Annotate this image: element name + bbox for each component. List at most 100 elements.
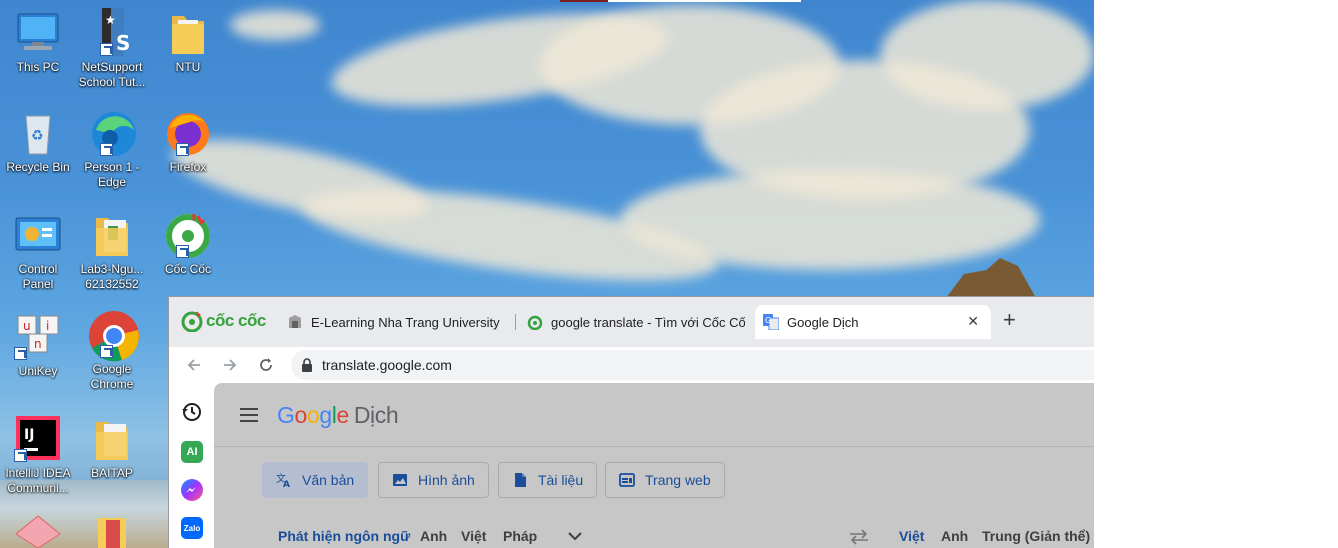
mode-document-button[interactable]: Tài liệu xyxy=(498,462,598,498)
browser-brand: cốc cốc xyxy=(206,311,266,330)
chevron-down-icon[interactable] xyxy=(568,531,582,541)
shortcut-arrow-icon xyxy=(14,347,27,360)
google-translate-icon: G xyxy=(763,314,779,330)
tab-elearning[interactable]: E-Learning Nha Trang University xyxy=(279,305,509,339)
desktop-icon-label: Person 1 - Edge xyxy=(84,160,140,189)
source-lang-detect[interactable]: Phát hiện ngôn ngữ xyxy=(278,528,410,544)
rock-island xyxy=(946,258,1036,298)
svg-text:S: S xyxy=(116,31,130,55)
desktop-icon-control-panel[interactable]: Control Panel xyxy=(0,210,76,292)
forward-arrow-icon xyxy=(224,359,237,371)
target-lang-option[interactable]: Anh xyxy=(941,528,968,544)
desktop-icon-coccoc[interactable]: Cốc Cốc xyxy=(150,210,226,277)
source-lang-option[interactable]: Việt xyxy=(461,528,486,544)
mode-image-button[interactable]: Hình ảnh xyxy=(378,462,489,498)
desktop-icon-baitap[interactable]: BAITAP xyxy=(74,414,150,481)
source-lang-option[interactable]: Anh xyxy=(420,528,447,544)
shortcut-arrow-icon xyxy=(176,143,189,156)
address-bar[interactable]: translate.google.com xyxy=(291,350,1094,380)
google-wordmark: Google xyxy=(277,402,349,428)
mode-website-button[interactable]: Trang web xyxy=(605,462,725,498)
desktop-icon-label: NetSupport School Tut... xyxy=(78,60,146,89)
translate-icon: 文A xyxy=(276,472,290,488)
mode-text-button[interactable]: 文A Văn bản xyxy=(262,462,369,498)
forward-button[interactable] xyxy=(217,352,243,378)
browser-toolbar: translate.google.com xyxy=(169,347,1094,383)
close-tab-icon[interactable]: ✕ xyxy=(967,313,979,330)
chrome-icon xyxy=(89,311,139,362)
svg-text:♻: ♻ xyxy=(31,128,44,144)
swap-languages-icon[interactable] xyxy=(848,529,870,545)
new-tab-button[interactable]: + xyxy=(1003,309,1016,331)
folder-icon xyxy=(172,16,204,54)
tab-title: google translate - Tìm với Cốc Cốc xyxy=(551,314,745,330)
main-menu-button[interactable] xyxy=(240,408,258,422)
desktop-icon-label: Control Panel xyxy=(18,262,58,291)
image-icon xyxy=(393,474,407,486)
desktop-icon-recycle-bin[interactable]: ♻ Recycle Bin xyxy=(0,108,76,175)
tab-google-dich[interactable]: G Google Dịch ✕ xyxy=(755,305,991,339)
folder-icon xyxy=(96,218,128,256)
target-lang-option[interactable]: Việt xyxy=(899,528,924,544)
tab-title: Google Dịch xyxy=(787,314,859,330)
document-icon xyxy=(515,473,526,487)
shortcut-arrow-icon xyxy=(100,143,113,156)
this-pc-icon xyxy=(17,13,59,50)
desktop-icon-unikey[interactable]: u in UniKey xyxy=(0,312,76,379)
history-icon xyxy=(182,403,201,421)
lock-icon xyxy=(302,358,312,372)
translate-header: Google Dịch xyxy=(214,383,1094,447)
logo-suffix: Dịch xyxy=(353,402,399,428)
app-icon xyxy=(15,515,61,548)
desktop-icon-chrome[interactable]: Google Chrome xyxy=(74,310,150,392)
reload-button[interactable] xyxy=(253,352,279,378)
folder-icon xyxy=(98,518,126,548)
coccoc-menu-button[interactable]: cốc cốc xyxy=(181,310,266,332)
browser-window: cốc cốc E-Learning Nha Trang University … xyxy=(168,296,1094,548)
history-button[interactable] xyxy=(181,401,203,423)
desktop-icon-label: UniKey xyxy=(18,364,58,378)
messenger-button[interactable] xyxy=(181,479,203,501)
zalo-button[interactable]: Zalo xyxy=(181,517,203,539)
desktop-icon-label: Lab3-Ngu... 62132552 xyxy=(80,262,144,291)
mode-label: Trang web xyxy=(645,472,711,488)
url-text: translate.google.com xyxy=(322,357,452,373)
desktop-icon-label: BAITAP xyxy=(91,466,133,480)
desktop-icon-partial[interactable] xyxy=(74,514,150,548)
tab-title: E-Learning Nha Trang University xyxy=(311,314,500,330)
tab-separator xyxy=(515,314,516,330)
messenger-icon xyxy=(186,487,196,493)
reload-icon xyxy=(260,358,272,371)
tab-strip: cốc cốc E-Learning Nha Trang University … xyxy=(169,297,1094,347)
google-translate-logo[interactable]: Google Dịch xyxy=(277,402,399,429)
desktop-icon-partial[interactable] xyxy=(0,514,76,548)
window-edge xyxy=(560,0,608,2)
desktop-icon-label: Cốc Cốc xyxy=(164,262,211,276)
svg-text:u: u xyxy=(23,319,31,333)
desktop-icon-netsupport[interactable]: ★ S NetSupport School Tut... xyxy=(74,8,150,90)
desktop-icon-label: Firefox xyxy=(169,160,207,174)
folder-icon xyxy=(96,422,128,460)
desktop-icon-lab3-folder[interactable]: Lab3-Ngu... 62132552 xyxy=(74,210,150,292)
back-button[interactable] xyxy=(181,352,207,378)
zalo-icon: Zalo xyxy=(183,523,201,533)
desktop-icon-ntu[interactable]: NTU xyxy=(150,8,226,75)
svg-text:IJ: IJ xyxy=(24,427,34,443)
target-lang-option[interactable]: Trung (Giản thể) xyxy=(982,528,1090,544)
desktop-icon-label: IntelliJ IDEA Communi... xyxy=(5,466,71,495)
desktop-icon-intellij[interactable]: IJ IntelliJ IDEA Communi... xyxy=(0,414,76,496)
svg-text:n: n xyxy=(34,337,42,351)
ai-assistant-button[interactable]: AI xyxy=(181,441,203,463)
desktop-icon-label: This PC xyxy=(16,60,60,74)
desktop-icon-firefox[interactable]: Firefox xyxy=(150,108,226,175)
desktop-icon-label: Google Chrome xyxy=(90,362,134,391)
desktop-icon-edge[interactable]: Person 1 - Edge xyxy=(74,108,150,190)
svg-text:A: A xyxy=(283,480,290,488)
coccoc-icon xyxy=(181,311,203,332)
tab-google-translate-search[interactable]: google translate - Tìm với Cốc Cốc xyxy=(519,305,745,339)
back-arrow-icon xyxy=(187,359,200,371)
mode-label: Hình ảnh xyxy=(418,472,475,488)
desktop-icon-label: NTU xyxy=(175,60,201,74)
source-lang-option[interactable]: Pháp xyxy=(503,528,537,544)
desktop-icon-this-pc[interactable]: This PC xyxy=(0,8,76,75)
